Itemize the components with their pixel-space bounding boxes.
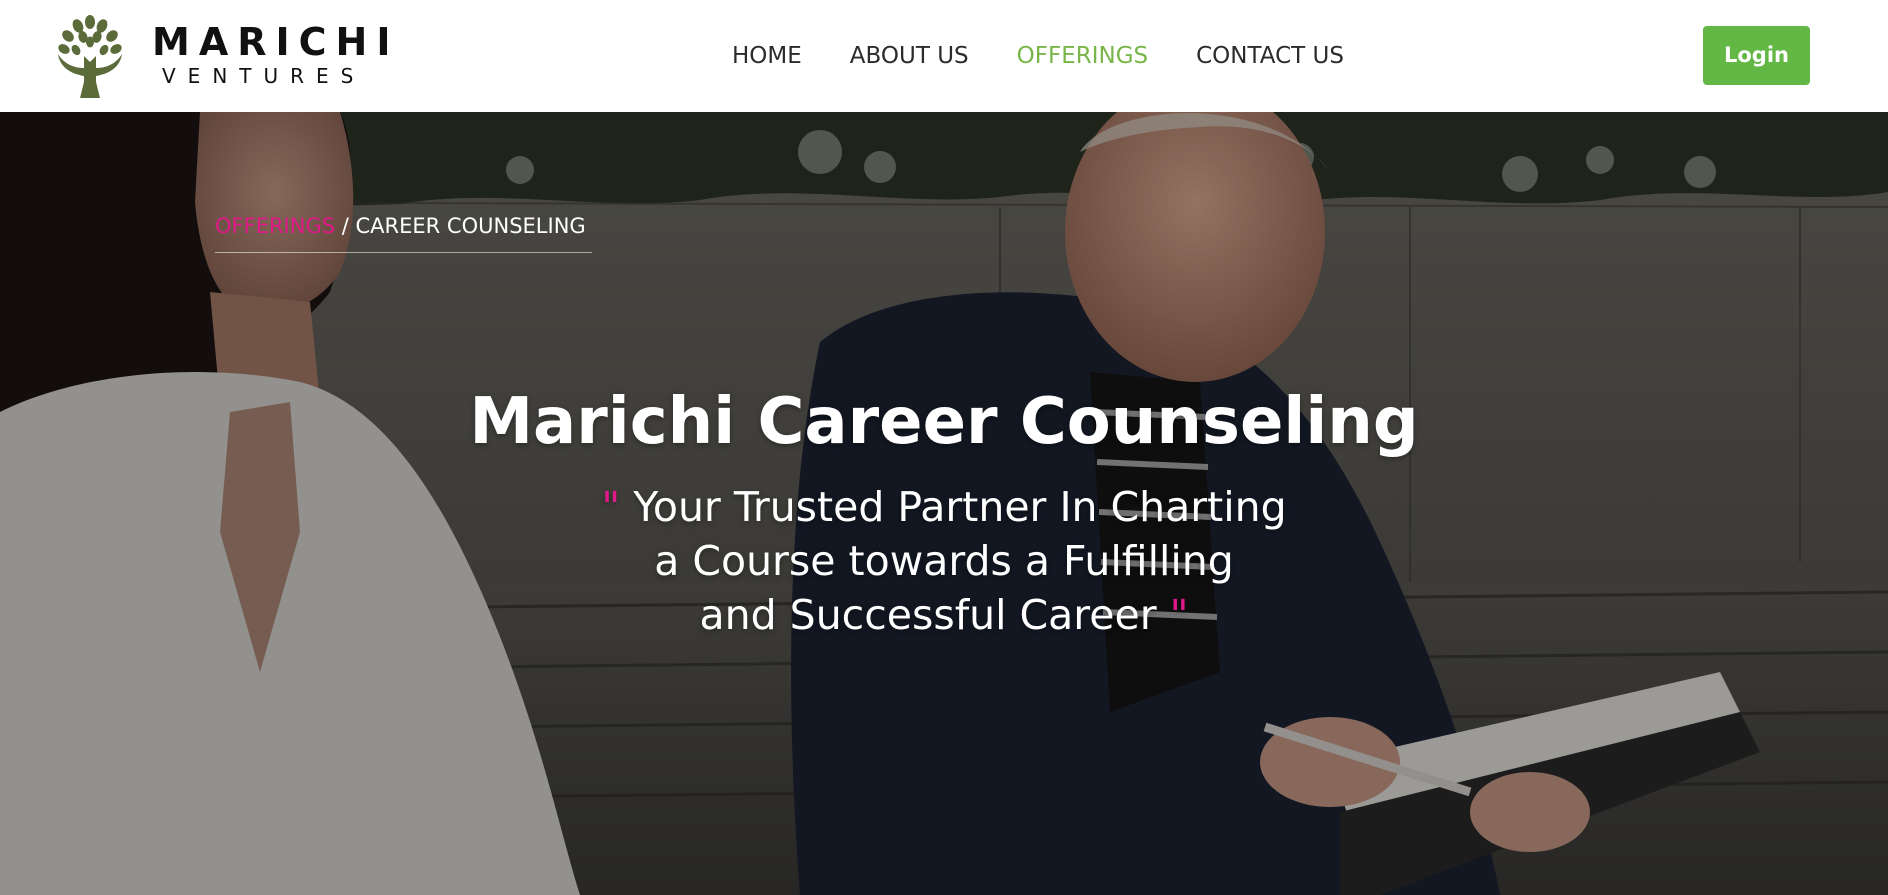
quote-close-mark: " <box>1169 591 1189 639</box>
hero-banner: OFFERINGS / CAREER COUNSELING Marichi Ca… <box>0 112 1888 895</box>
brand-tagline: VENTURES <box>162 64 366 88</box>
brand-name: MARICHI <box>152 20 400 64</box>
tree-hands-icon <box>58 15 122 98</box>
quote-line-3: and Successful Career " <box>0 588 1888 642</box>
breadcrumb-link-offerings[interactable]: OFFERINGS <box>215 214 335 238</box>
nav-item-home[interactable]: HOME <box>732 38 802 74</box>
quote-line-1-text: Your Trusted Partner In Charting <box>633 483 1287 531</box>
nav-item-about-us[interactable]: ABOUT US <box>850 38 969 74</box>
hero-title: Marichi Career Counseling <box>469 385 1419 459</box>
top-navbar: MARICHI VENTURES HOME ABOUT US OFFERINGS… <box>0 0 1888 112</box>
main-nav: HOME ABOUT US OFFERINGS CONTACT US <box>732 38 1392 74</box>
nav-item-offerings[interactable]: OFFERINGS <box>1017 38 1149 74</box>
quote-line-3-text: and Successful Career <box>699 591 1157 639</box>
quote-line-1: " Your Trusted Partner In Charting <box>0 480 1888 534</box>
hero-quote: " Your Trusted Partner In Charting a Cou… <box>0 480 1888 642</box>
login-button[interactable]: Login <box>1703 26 1810 85</box>
quote-open-mark: " <box>601 483 621 531</box>
breadcrumb-separator: / <box>335 214 356 238</box>
breadcrumb-current: CAREER COUNSELING <box>355 214 586 238</box>
brand-logo[interactable]: MARICHI VENTURES <box>52 10 392 102</box>
nav-item-contact-us[interactable]: CONTACT US <box>1196 38 1344 74</box>
quote-line-2: a Course towards a Fulfilling <box>654 537 1234 585</box>
breadcrumb: OFFERINGS / CAREER COUNSELING <box>215 212 592 253</box>
